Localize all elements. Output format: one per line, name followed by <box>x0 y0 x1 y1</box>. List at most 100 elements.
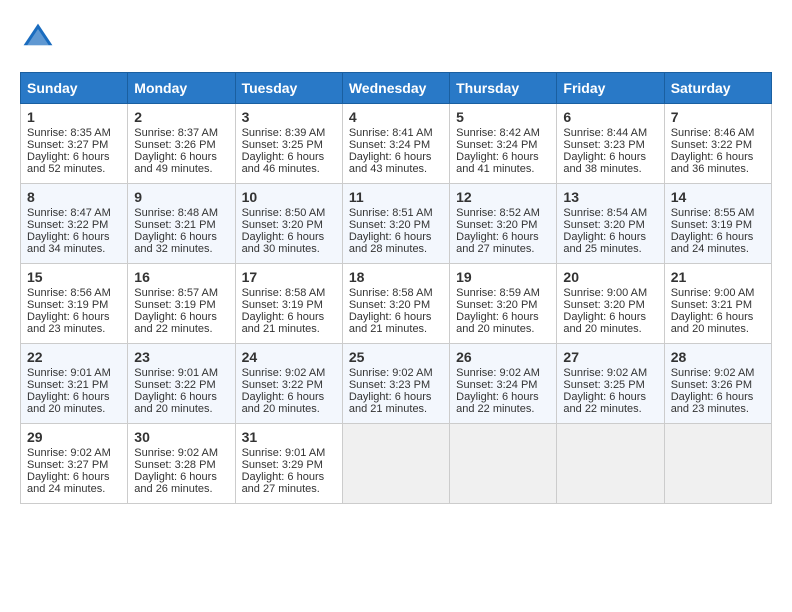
calendar-cell: 1 Sunrise: 8:35 AMSunset: 3:27 PMDaylight… <box>21 104 128 184</box>
calendar-cell: 28Sunrise: 9:02 AMSunset: 3:26 PMDayligh… <box>664 344 771 424</box>
day-number: 21 <box>671 269 765 285</box>
calendar-cell: 10Sunrise: 8:50 AMSunset: 3:20 PMDayligh… <box>235 184 342 264</box>
sunset: Sunset: 3:20 PM <box>563 299 644 311</box>
day-number: 12 <box>456 189 550 205</box>
sunset: Sunset: 3:22 PM <box>671 139 752 151</box>
sunset: Sunset: 3:22 PM <box>134 379 215 391</box>
calendar-cell: 7Sunrise: 8:46 AMSunset: 3:22 PMDaylight… <box>664 104 771 184</box>
daylight: Daylight: 6 hours and 26 minutes. <box>134 471 217 495</box>
sunset: Sunset: 3:19 PM <box>27 299 108 311</box>
sunset: Sunset: 3:24 PM <box>456 139 537 151</box>
sunrise: Sunrise: 9:01 AM <box>242 447 326 459</box>
daylight: Daylight: 6 hours and 30 minutes. <box>242 231 325 255</box>
sunset: Sunset: 3:19 PM <box>242 299 323 311</box>
calendar-cell: 18Sunrise: 8:58 AMSunset: 3:20 PMDayligh… <box>342 264 449 344</box>
sunrise: Sunrise: 8:42 AM <box>456 127 540 139</box>
daylight: Daylight: 6 hours and 27 minutes. <box>242 471 325 495</box>
day-number: 1 <box>27 109 121 125</box>
week-row-2: 8Sunrise: 8:47 AMSunset: 3:22 PMDaylight… <box>21 184 772 264</box>
sunset: Sunset: 3:27 PM <box>27 139 108 151</box>
calendar-cell: 14 Sunrise: 8:55 AMSunset: 3:19 PMDayligh… <box>664 184 771 264</box>
day-number: 23 <box>134 349 228 365</box>
sunrise: Sunrise: 9:01 AM <box>134 367 218 379</box>
sunset: Sunset: 3:19 PM <box>671 219 752 231</box>
sunrise: Sunrise: 9:00 AM <box>671 287 755 299</box>
sunrise: Sunrise: 8:55 AM <box>671 207 755 219</box>
daylight: Daylight: 6 hours and 41 minutes. <box>456 151 539 175</box>
sunset: Sunset: 3:21 PM <box>27 379 108 391</box>
sunset: Sunset: 3:20 PM <box>349 219 430 231</box>
sunset: Sunset: 3:23 PM <box>563 139 644 151</box>
calendar-cell: 3Sunrise: 8:39 AMSunset: 3:25 PMDaylight… <box>235 104 342 184</box>
calendar-cell: 4Sunrise: 8:41 AMSunset: 3:24 PMDaylight… <box>342 104 449 184</box>
week-row-5: 29 Sunrise: 9:02 AM Sunset: 3:27 PM Dayligh… <box>21 424 772 504</box>
header-thursday: Thursday <box>450 73 557 104</box>
daylight: Daylight: 6 hours and 20 minutes. <box>563 311 646 335</box>
page-header <box>20 20 772 56</box>
daylight: Daylight: 6 hours and 24 minutes. <box>671 231 754 255</box>
day-number: 30 <box>134 429 228 445</box>
calendar-cell: 12Sunrise: 8:52 AMSunset: 3:20 PMDayligh… <box>450 184 557 264</box>
day-number: 27 <box>563 349 657 365</box>
daylight: Daylight: 6 hours and 34 minutes. <box>27 231 110 255</box>
calendar-cell: 6Sunrise: 8:44 AMSunset: 3:23 PMDaylight… <box>557 104 664 184</box>
day-number: 14 <box>671 189 765 205</box>
day-number: 9 <box>134 189 228 205</box>
calendar-cell: 8Sunrise: 8:47 AMSunset: 3:22 PMDaylight… <box>21 184 128 264</box>
daylight: Daylight: 6 hours and 20 minutes. <box>456 311 539 335</box>
header-monday: Monday <box>128 73 235 104</box>
day-number: 31 <box>242 429 336 445</box>
day-number: 29 <box>27 429 121 445</box>
header-friday: Friday <box>557 73 664 104</box>
calendar-cell: 31 Sunrise: 9:01 AMSunset: 3:29 PMDayligh… <box>235 424 342 504</box>
sunset: Sunset: 3:20 PM <box>349 299 430 311</box>
sunrise: Sunrise: 8:35 AM <box>27 127 111 139</box>
day-number: 10 <box>242 189 336 205</box>
sunset: Sunset: 3:24 PM <box>349 139 430 151</box>
sunset: Sunset: 3:28 PM <box>134 459 215 471</box>
logo <box>20 20 60 56</box>
daylight: Daylight: 6 hours and 32 minutes. <box>134 231 217 255</box>
sunrise: Sunrise: 9:00 AM <box>563 287 647 299</box>
sunset: Sunset: 3:23 PM <box>349 379 430 391</box>
calendar-cell: 30 Sunrise: 9:02 AMSunset: 3:28 PMDayligh… <box>128 424 235 504</box>
daylight: Daylight: 6 hours and 22 minutes. <box>456 391 539 415</box>
day-number: 6 <box>563 109 657 125</box>
sunset: Sunset: 3:24 PM <box>456 379 537 391</box>
daylight: Daylight: 6 hours and 21 minutes. <box>349 311 432 335</box>
day-number: 13 <box>563 189 657 205</box>
sunrise: Sunrise: 8:57 AM <box>134 287 218 299</box>
sunset: Sunset: 3:26 PM <box>671 379 752 391</box>
sunrise: Sunrise: 9:02 AM <box>456 367 540 379</box>
calendar-cell: 5 Sunrise: 8:42 AMSunset: 3:24 PMDaylight… <box>450 104 557 184</box>
calendar-cell: 24Sunrise: 9:02 AMSunset: 3:22 PMDayligh… <box>235 344 342 424</box>
calendar-header-row: SundayMondayTuesdayWednesdayThursdayFrid… <box>21 73 772 104</box>
calendar-table: SundayMondayTuesdayWednesdayThursdayFrid… <box>20 72 772 504</box>
header-wednesday: Wednesday <box>342 73 449 104</box>
day-number: 19 <box>456 269 550 285</box>
daylight: Daylight: 6 hours and 52 minutes. <box>27 151 110 175</box>
week-row-1: 1Sunrise: 8:35 AMSunset: 3:27 PMDaylight… <box>21 104 772 184</box>
calendar-cell <box>557 424 664 504</box>
sunrise: Sunrise: 9:01 AM <box>27 367 111 379</box>
daylight: Daylight: 6 hours and 27 minutes. <box>456 231 539 255</box>
sunrise: Sunrise: 9:02 AM <box>349 367 433 379</box>
daylight: Daylight: 6 hours and 21 minutes. <box>349 391 432 415</box>
calendar-cell: 11Sunrise: 8:51 AMSunset: 3:20 PMDayligh… <box>342 184 449 264</box>
daylight: Daylight: 6 hours and 43 minutes. <box>349 151 432 175</box>
day-number: 24 <box>242 349 336 365</box>
header-sunday: Sunday <box>21 73 128 104</box>
calendar-cell: 21Sunrise: 9:00 AMSunset: 3:21 PMDayligh… <box>664 264 771 344</box>
day-number: 5 <box>456 109 550 125</box>
sunrise: Sunrise: 9:02 AM <box>134 447 218 459</box>
daylight: Daylight: 6 hours and 46 minutes. <box>242 151 325 175</box>
sunset: Sunset: 3:29 PM <box>242 459 323 471</box>
daylight: Daylight: 6 hours and 23 minutes. <box>27 311 110 335</box>
sunset: Sunset: 3:27 PM <box>27 459 108 471</box>
sunrise: Sunrise: 8:41 AM <box>349 127 433 139</box>
day-number: 11 <box>349 189 443 205</box>
day-number: 8 <box>27 189 121 205</box>
calendar-cell: 2Sunrise: 8:37 AMSunset: 3:26 PMDaylight… <box>128 104 235 184</box>
calendar-cell: 17Sunrise: 8:58 AMSunset: 3:19 PMDayligh… <box>235 264 342 344</box>
sunset: Sunset: 3:20 PM <box>456 299 537 311</box>
